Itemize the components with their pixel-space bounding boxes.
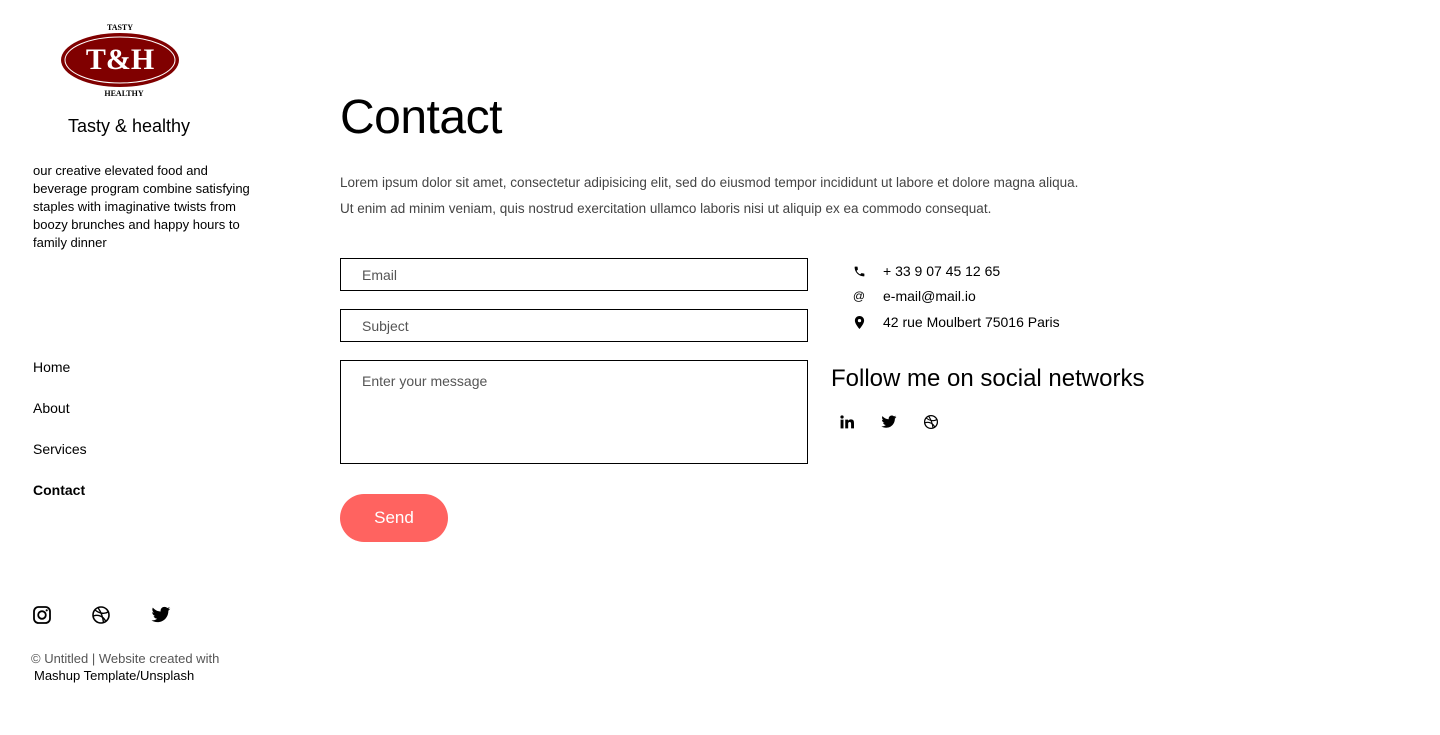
intro-line-2: Ut enim ad minim veniam, quis nostrud ex… <box>340 201 992 216</box>
phone-icon <box>852 264 866 278</box>
footer: © Untitled | Website created with Mashup… <box>31 650 219 684</box>
email-field[interactable] <box>340 258 808 291</box>
address-text: 42 rue Moulbert 75016 Paris <box>883 314 1060 330</box>
intro-text: Lorem ipsum dolor sit amet, consectetur … <box>340 170 1120 222</box>
contact-address: 42 rue Moulbert 75016 Paris <box>852 313 1060 331</box>
instagram-icon[interactable] <box>31 604 53 626</box>
dribbble-icon[interactable] <box>90 604 112 626</box>
page-title: Contact <box>340 91 502 144</box>
nav-item-services[interactable]: Services <box>33 441 87 457</box>
linkedin-icon[interactable] <box>837 412 857 432</box>
twitter-icon[interactable] <box>150 604 172 626</box>
contact-phone: + 33 9 07 45 12 65 <box>852 262 1000 280</box>
logo-monogram: T&H <box>86 43 154 76</box>
phone-number[interactable]: + 33 9 07 45 12 65 <box>883 263 1000 279</box>
map-pin-icon <box>852 315 866 329</box>
brand-name: Tasty & healthy <box>67 116 191 136</box>
nav-item-contact[interactable]: Contact <box>33 482 85 498</box>
message-field[interactable] <box>340 360 808 464</box>
nav-item-home[interactable]: Home <box>33 359 70 375</box>
dribbble-icon[interactable] <box>921 412 941 432</box>
brand-tagline: our creative elevated food and beverage … <box>33 163 250 250</box>
at-sign-icon: @ <box>852 289 866 303</box>
logo-text-bottom: HEALTHY <box>104 89 143 98</box>
subject-field[interactable] <box>340 309 808 342</box>
contact-email: @ e-mail@mail.io <box>852 287 976 305</box>
intro-line-1: Lorem ipsum dolor sit amet, consectetur … <box>340 175 1079 190</box>
footer-credit-link[interactable]: Mashup Template/Unsplash <box>34 667 219 684</box>
send-button[interactable]: Send <box>340 494 448 542</box>
footer-copyright: © Untitled | Website created with <box>31 651 220 666</box>
email-address[interactable]: e-mail@mail.io <box>883 288 976 304</box>
social-heading: Follow me on social networks <box>831 365 1145 392</box>
logo-text-top: TASTY <box>107 23 133 32</box>
nav-item-about[interactable]: About <box>33 400 70 416</box>
twitter-icon[interactable] <box>879 412 899 432</box>
brand-logo[interactable]: TASTY T&H HEALTHY <box>58 20 182 100</box>
